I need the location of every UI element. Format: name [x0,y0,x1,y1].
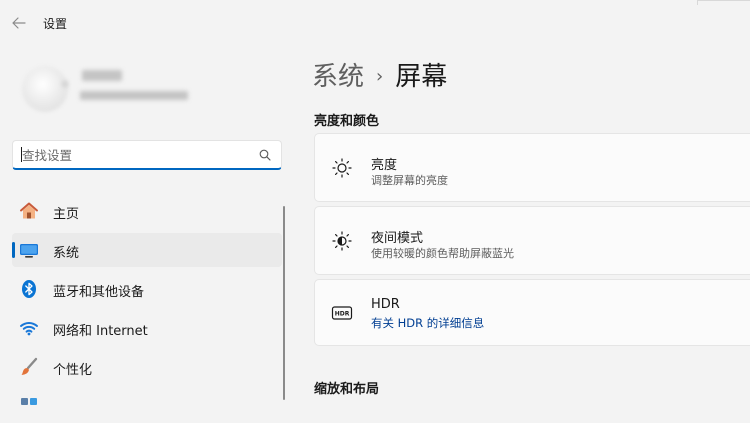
sidebar-item-system[interactable]: 系统 [12,233,282,267]
home-icon [20,202,38,219]
sidebar-item-label: 网络和 Internet [53,324,148,339]
app-title: 设置 [43,17,68,31]
sidebar-item-network[interactable]: 网络和 Internet [12,311,282,345]
user-detail-blurred [62,81,68,87]
breadcrumb-parent[interactable]: 系统 [312,62,364,92]
brightness-title: 亮度 [371,158,398,173]
search-box[interactable] [12,140,282,170]
text-caret [21,147,22,162]
night-light-card[interactable]: 夜间模式 使用较暖的颜色帮助屏蔽蓝光 [314,206,750,275]
sidebar-item-label: 系统 [53,246,80,261]
sidebar-item-partial[interactable] [12,389,282,423]
hdr-info-link[interactable]: 有关 HDR 的详细信息 [371,315,484,331]
sidebar-scrollbar[interactable] [283,206,285,400]
bluetooth-icon [22,280,36,298]
breadcrumb-separator: › [376,66,384,87]
title-bar: 设置 [0,0,750,46]
window-edge [697,0,750,5]
brightness-subtitle: 调整屏幕的亮度 [371,174,448,187]
user-detail-blurred [80,91,188,100]
wifi-icon [20,322,38,336]
active-indicator [12,242,15,258]
system-icon [20,244,38,258]
hdr-card[interactable]: HDR HDR 有关 HDR 的详细信息 [314,279,750,346]
user-name-blurred [82,70,122,81]
sidebar-item-bluetooth[interactable]: 蓝牙和其他设备 [12,272,282,306]
search-icon[interactable] [259,149,271,161]
sidebar-item-label: 主页 [53,207,80,222]
apps-icon [21,398,37,405]
sidebar-item-personalization[interactable]: 个性化 [12,350,282,384]
night-light-icon [332,231,352,251]
night-light-title: 夜间模式 [371,231,424,246]
brightness-card[interactable]: 亮度 调整屏幕的亮度 [314,133,750,202]
avatar[interactable] [22,66,68,112]
page-title: 屏幕 [395,62,448,92]
sidebar-item-home[interactable]: 主页 [12,194,282,228]
sidebar-item-label: 蓝牙和其他设备 [53,285,145,300]
hdr-title: HDR [371,297,400,312]
night-light-subtitle: 使用较暖的颜色帮助屏蔽蓝光 [371,247,514,260]
svg-text:HDR: HDR [335,311,350,318]
search-input[interactable] [22,146,247,164]
hdr-icon: HDR [331,306,353,320]
brush-icon [21,357,38,375]
sidebar-item-label: 个性化 [53,363,93,378]
back-button[interactable] [8,12,30,34]
sun-icon [332,158,352,178]
breadcrumb: 系统 › 屏幕 [312,56,447,93]
arrow-left-icon [12,17,26,29]
section-title-scale-layout: 缩放和布局 [314,382,380,397]
section-title-brightness-color: 亮度和颜色 [314,114,380,129]
